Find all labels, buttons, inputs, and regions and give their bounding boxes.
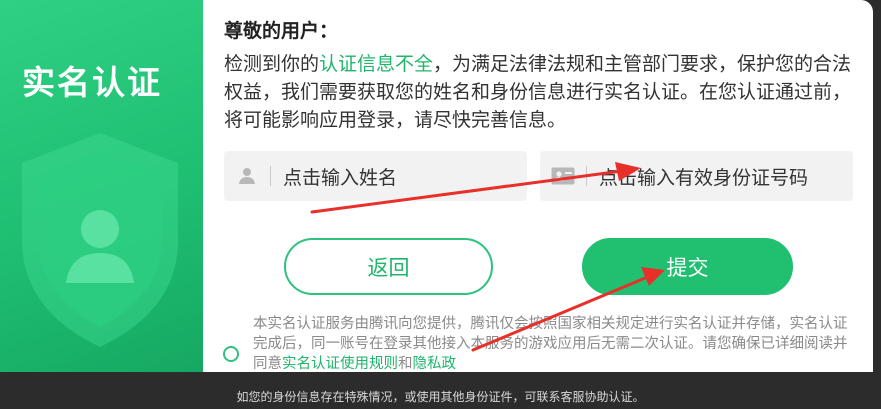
privacy-policy-link[interactable]: 隐私政 xyxy=(413,356,457,372)
right-panel: 尊敬的用户： 检测到你的认证信息不全，为满足法律法规和主管部门要求，保护您的合法… xyxy=(203,0,873,372)
panel-title: 实名认证 xyxy=(22,63,162,102)
greeting: 尊敬的用户： xyxy=(224,20,339,42)
shield-user-icon xyxy=(22,133,178,347)
input-divider xyxy=(586,166,587,186)
person-icon xyxy=(224,167,270,185)
usage-rules-link[interactable]: 实名认证使用规则 xyxy=(282,356,398,372)
submit-button[interactable]: 提交 xyxy=(582,238,793,295)
id-number-input[interactable]: 点击输入有效身份证号码 xyxy=(540,151,853,201)
back-button[interactable]: 返回 xyxy=(284,238,493,295)
notice-text-start: 检测到你的 xyxy=(224,53,320,75)
left-panel: 实名认证 xyxy=(0,0,203,372)
agreement-checkbox[interactable] xyxy=(223,346,239,362)
realname-auth-dialog: 实名认证 尊敬的用户： 检测到你的认证信息不全，为满足法律法规和主管部门要求，保… xyxy=(0,0,873,372)
notice-highlight: 认证信息不全 xyxy=(319,53,434,75)
agreement-conjunction: 和 xyxy=(398,356,413,372)
id-placeholder: 点击输入有效身份证号码 xyxy=(599,166,809,189)
notice-text: 检测到你的认证信息不全，为满足法律法规和主管部门要求，保护您的合法权益，我们需要… xyxy=(224,50,864,134)
footer-note: 如您的身份信息存在特殊情况，或使用其他身份证件，可联系客服协助认证。 xyxy=(236,390,645,404)
agreement-text: 本实名认证服务由腾讯向您提供，腾讯仅会按照国家相关规定进行实名认证并存储，实名认… xyxy=(253,314,853,372)
name-placeholder: 点击输入姓名 xyxy=(283,166,398,189)
name-input[interactable]: 点击输入姓名 xyxy=(224,151,527,201)
input-divider xyxy=(270,166,271,186)
id-card-icon xyxy=(540,167,586,185)
